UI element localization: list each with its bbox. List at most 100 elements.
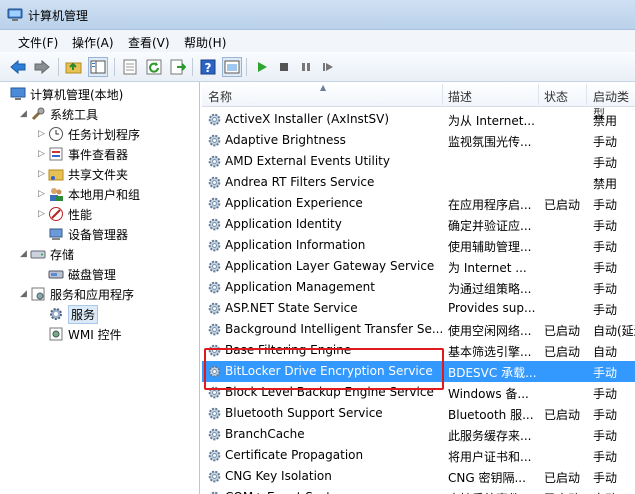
service-name: Andrea RT Filters Service: [225, 175, 375, 189]
service-description: 为从 Internet...: [448, 114, 535, 128]
service-name: Block Level Backup Engine Service: [225, 385, 434, 399]
tree-item-system-tools[interactable]: ◢ 系统工具: [20, 104, 98, 124]
service-row[interactable]: Application Management 为通过组策略... 手动: [202, 277, 635, 298]
back-icon[interactable]: [8, 57, 28, 77]
window-title: 计算机管理: [28, 9, 89, 23]
service-gear-icon: [207, 280, 222, 295]
tree-item-computer-management[interactable]: 计算机管理(本地): [10, 84, 123, 104]
service-startup-type: 自动: [593, 490, 635, 494]
tree-item-services-and-apps[interactable]: ◢ 服务和应用程序: [20, 284, 134, 304]
service-row[interactable]: Bluetooth Support Service Bluetooth 服... 已…: [202, 403, 635, 424]
service-status: 已启动: [544, 198, 581, 212]
column-header-status[interactable]: 状态: [544, 88, 568, 105]
tree-item-local-users-groups[interactable]: ▷ 本地用户和组: [38, 184, 140, 204]
disk-icon: [48, 266, 64, 282]
service-startup-type: 手动: [593, 156, 618, 170]
expand-arrow-icon[interactable]: ▷: [38, 209, 48, 219]
service-name: ASP.NET State Service: [225, 301, 358, 315]
service-row[interactable]: Application Identity 确定并验证应... 手动: [202, 214, 635, 235]
service-description: 为 Internet ...: [448, 261, 527, 275]
service-row[interactable]: CNG Key Isolation CNG 密钥隔... 已启动 手动: [202, 466, 635, 487]
service-row[interactable]: AMD External Events Utility 手动: [202, 151, 635, 172]
service-name: ActiveX Installer (AxInstSV): [225, 112, 390, 126]
service-row[interactable]: Andrea RT Filters Service 禁用: [202, 172, 635, 193]
expand-arrow-icon[interactable]: ▷: [38, 129, 48, 139]
restart-service-icon[interactable]: [318, 57, 338, 77]
service-gear-icon: [207, 343, 222, 358]
tree-item-performance[interactable]: ▷ 性能: [38, 204, 92, 224]
service-name: Base Filtering Engine: [225, 343, 352, 357]
service-row[interactable]: Background Intelligent Transfer Se... 使用空…: [202, 319, 635, 340]
menu-view[interactable]: 查看(V): [128, 34, 170, 51]
service-name: AMD External Events Utility: [225, 154, 390, 168]
service-row[interactable]: Application Experience 在应用程序启... 已启动 手动: [202, 193, 635, 214]
service-description: Bluetooth 服...: [448, 408, 534, 422]
expand-arrow-icon[interactable]: ▷: [38, 189, 48, 199]
service-startup-type: 禁用: [593, 177, 618, 191]
expand-arrow-icon[interactable]: ▷: [38, 169, 48, 179]
forward-icon[interactable]: [32, 57, 52, 77]
service-row[interactable]: COM+ Event System 支持系统事件... 已启动自动: [202, 487, 635, 494]
collapse-arrow-icon[interactable]: ◢: [20, 289, 30, 299]
service-description: Windows 备...: [448, 387, 529, 401]
service-row[interactable]: Application Information 使用辅助管理... 手动: [202, 235, 635, 256]
tree-item-shared-folders[interactable]: ▷ 共享文件夹: [38, 164, 128, 184]
service-gear-icon: [207, 238, 222, 253]
help-icon[interactable]: ?: [198, 57, 218, 77]
computer-management-icon: [7, 8, 23, 21]
menu-bar: 文件(F) 操作(A) 查看(V) 帮助(H): [0, 30, 635, 52]
service-gear-icon: [207, 133, 222, 148]
collapse-arrow-icon[interactable]: ◢: [20, 249, 30, 259]
service-name: Background Intelligent Transfer Se...: [225, 322, 442, 336]
tree-item-storage[interactable]: ◢ 存储: [20, 244, 74, 264]
svg-text:?: ?: [205, 61, 212, 75]
up-folder-icon[interactable]: [64, 57, 84, 77]
tree-item-disk-management[interactable]: 磁盘管理: [48, 264, 116, 284]
tree-item-event-viewer[interactable]: ▷ 事件查看器: [38, 144, 128, 164]
menu-help[interactable]: 帮助(H): [184, 34, 226, 51]
pause-service-icon[interactable]: [296, 57, 316, 77]
column-header-description[interactable]: 描述: [448, 88, 472, 105]
service-gear-icon: [207, 490, 222, 494]
service-name: Adaptive Brightness: [225, 133, 346, 147]
service-startup-type: 手动: [593, 471, 618, 485]
column-header-name[interactable]: 名称: [208, 88, 232, 105]
view-icon[interactable]: [222, 57, 242, 77]
service-status: 已启动: [544, 471, 581, 485]
collapse-arrow-icon[interactable]: ◢: [20, 109, 30, 119]
service-row[interactable]: BranchCache 此服务缓存来... 手动: [202, 424, 635, 445]
export-icon[interactable]: [168, 57, 188, 77]
tree-item-wmi-control[interactable]: WMI 控件: [48, 324, 122, 344]
tree-item-device-manager[interactable]: 设备管理器: [48, 224, 128, 244]
service-startup-type: 自动: [593, 345, 618, 359]
service-name: CNG Key Isolation: [225, 469, 332, 483]
stop-service-icon[interactable]: [274, 57, 294, 77]
sort-ascending-icon: ▲: [320, 83, 327, 92]
menu-file[interactable]: 文件(F): [18, 34, 58, 51]
service-startup-type: 手动: [593, 282, 618, 296]
service-description: 在应用程序启...: [448, 198, 532, 212]
expand-arrow-icon[interactable]: ▷: [38, 149, 48, 159]
service-row[interactable]: Certificate Propagation 将用户证书和... 手动: [202, 445, 635, 466]
tree-item-task-scheduler[interactable]: ▷ 任务计划程序: [38, 124, 140, 144]
service-row[interactable]: Application Layer Gateway Service 为 Inter…: [202, 256, 635, 277]
menu-action[interactable]: 操作(A): [72, 34, 114, 51]
service-startup-type: 自动(延迟: [593, 324, 635, 338]
service-row[interactable]: ASP.NET State Service Provides sup... 手动: [202, 298, 635, 319]
service-row[interactable]: Block Level Backup Engine Service Windows…: [202, 382, 635, 403]
start-service-icon[interactable]: [252, 57, 272, 77]
refresh-icon[interactable]: [144, 57, 164, 77]
service-description: 支持系统事件...: [448, 490, 536, 494]
service-row[interactable]: ActiveX Installer (AxInstSV) 为从 Internet.…: [202, 109, 635, 130]
service-startup-type: 手动: [593, 303, 618, 317]
tree-item-services[interactable]: 服务: [48, 304, 99, 324]
service-row[interactable]: Adaptive Brightness 监视氛围光传... 手动: [202, 130, 635, 151]
service-row[interactable]: Base Filtering Engine 基本筛选引擎... 已启动 自动: [202, 340, 635, 361]
service-status: 已启动: [544, 408, 581, 422]
properties-icon[interactable]: [120, 57, 140, 77]
service-name: Application Management: [225, 280, 375, 294]
service-startup-type: 手动: [593, 219, 618, 233]
service-description: 为通过组策略...: [448, 282, 532, 296]
show-tree-icon[interactable]: [88, 57, 108, 77]
selected-service-row[interactable]: BitLocker Drive Encryption Service BDESVC…: [202, 361, 635, 382]
